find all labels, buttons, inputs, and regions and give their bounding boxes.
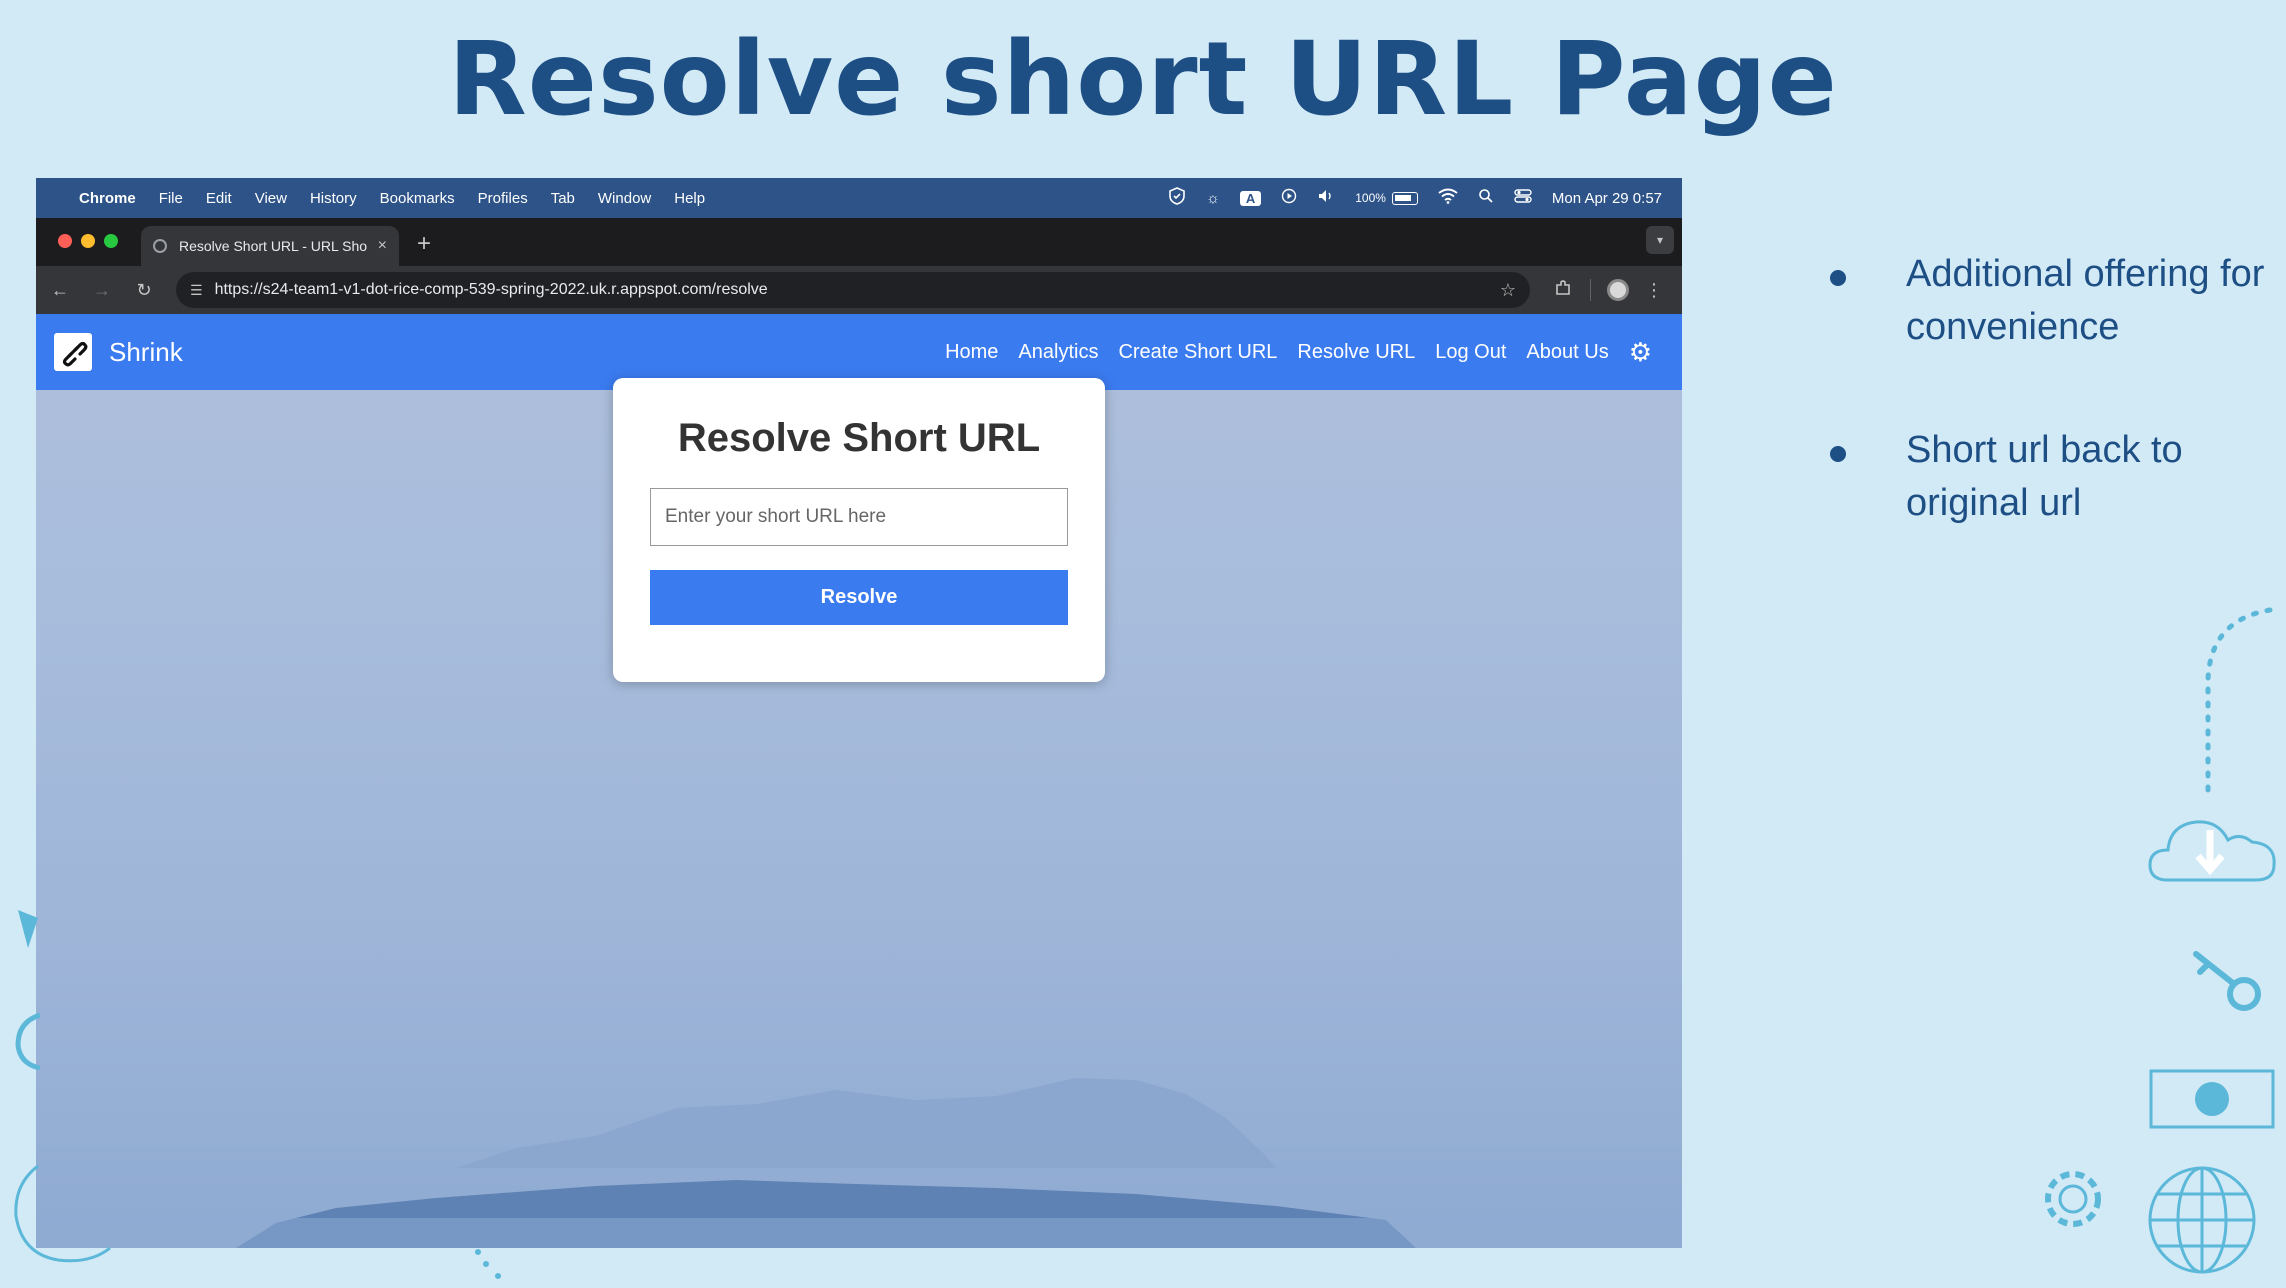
play-icon[interactable] bbox=[1281, 188, 1297, 208]
back-arrow-icon[interactable]: ← bbox=[42, 280, 78, 301]
ring-deco bbox=[15, 1012, 40, 1070]
address-bar[interactable]: ☰ https://s24-team1-v1-dot-rice-comp-539… bbox=[176, 272, 1530, 308]
input-source-icon[interactable]: A bbox=[1239, 190, 1262, 206]
menu-edit[interactable]: Edit bbox=[206, 190, 232, 207]
slide-title: Resolve short URL Page bbox=[448, 20, 1838, 139]
close-window-button[interactable] bbox=[58, 234, 72, 248]
battery-icon[interactable] bbox=[1391, 190, 1418, 207]
gear-deco-icon bbox=[2045, 1171, 2101, 1227]
url-text[interactable]: https://s24-team1-v1-dot-rice-comp-539-s… bbox=[215, 281, 1500, 299]
menu-file[interactable]: File bbox=[159, 190, 183, 207]
gear-icon[interactable]: ⚙ bbox=[1629, 337, 1652, 368]
nav-analytics[interactable]: Analytics bbox=[1018, 341, 1098, 364]
toggle-icon bbox=[2149, 1069, 2275, 1129]
menu-app-name[interactable]: Chrome bbox=[79, 190, 136, 207]
menu-profiles[interactable]: Profiles bbox=[478, 190, 528, 207]
key-icon bbox=[2193, 951, 2261, 1011]
dotted-path-deco bbox=[2205, 607, 2273, 803]
wifi-icon[interactable] bbox=[1438, 188, 1458, 208]
short-url-input[interactable] bbox=[650, 488, 1068, 546]
bullet-item: Additional offering for convenience bbox=[1828, 248, 2268, 354]
control-center-icon[interactable] bbox=[1514, 188, 1532, 208]
reload-icon[interactable]: ↻ bbox=[126, 280, 162, 301]
tab-resolve-short-url[interactable]: Resolve Short URL - URL Sho × bbox=[141, 226, 399, 266]
mountain-background bbox=[36, 1078, 1682, 1248]
brand-name[interactable]: Shrink bbox=[109, 337, 183, 368]
menu-view[interactable]: View bbox=[255, 190, 287, 207]
nav-links: Home Analytics Create Short URL Resolve … bbox=[925, 337, 1682, 368]
shield-icon[interactable] bbox=[1168, 187, 1186, 209]
menu-history[interactable]: History bbox=[310, 190, 357, 207]
profile-icon[interactable] bbox=[1607, 279, 1629, 301]
menu-bookmarks[interactable]: Bookmarks bbox=[380, 190, 455, 207]
globe-deco-icon bbox=[2148, 1166, 2256, 1274]
brightness-icon[interactable]: ☼ bbox=[1206, 190, 1220, 207]
nav-resolve-url[interactable]: Resolve URL bbox=[1297, 341, 1415, 364]
forward-arrow-icon[interactable]: → bbox=[84, 280, 120, 301]
triangle-deco bbox=[18, 910, 38, 948]
star-icon[interactable]: ☆ bbox=[1500, 280, 1516, 301]
nav-create-short-url[interactable]: Create Short URL bbox=[1118, 341, 1277, 364]
bullet-item: Short url back to original url bbox=[1828, 424, 2268, 530]
tab-title: Resolve Short URL - URL Sho bbox=[179, 238, 368, 254]
resolve-button[interactable]: Resolve bbox=[650, 570, 1068, 625]
battery-percent: 100% bbox=[1355, 191, 1386, 205]
browser-toolbar: ← → ↻ ☰ https://s24-team1-v1-dot-rice-co… bbox=[36, 266, 1682, 314]
circle-deco bbox=[14, 1164, 111, 1263]
menubar-datetime[interactable]: Mon Apr 29 0:57 bbox=[1552, 190, 1662, 207]
link-logo-icon bbox=[54, 333, 92, 371]
nav-home[interactable]: Home bbox=[945, 341, 998, 364]
menu-tab[interactable]: Tab bbox=[551, 190, 575, 207]
browser-screenshot: Chrome File Edit View History Bookmarks … bbox=[36, 178, 1682, 1248]
tune-icon[interactable]: ☰ bbox=[190, 282, 203, 299]
chevron-down-icon[interactable]: ▾ bbox=[1646, 226, 1674, 254]
window-controls bbox=[36, 234, 141, 266]
cloud-download-icon bbox=[2148, 820, 2276, 882]
search-icon[interactable] bbox=[1478, 188, 1494, 208]
new-tab-button[interactable]: + bbox=[399, 230, 449, 266]
toolbar-divider bbox=[1590, 279, 1591, 301]
nav-log-out[interactable]: Log Out bbox=[1435, 341, 1506, 364]
globe-icon bbox=[153, 239, 167, 253]
nav-about-us[interactable]: About Us bbox=[1526, 341, 1608, 364]
resolve-card: Resolve Short URL Resolve bbox=[613, 378, 1105, 682]
bullet-list: Additional offering for convenience Shor… bbox=[1828, 248, 2268, 530]
dots-deco bbox=[475, 1249, 501, 1279]
more-icon[interactable]: ⋮ bbox=[1645, 280, 1663, 301]
macos-menubar: Chrome File Edit View History Bookmarks … bbox=[36, 178, 1682, 218]
tab-strip: Resolve Short URL - URL Sho × + ▾ bbox=[36, 218, 1682, 266]
web-page: Shrink Home Analytics Create Short URL R… bbox=[36, 314, 1682, 1248]
card-heading: Resolve Short URL bbox=[677, 416, 1041, 460]
menu-help[interactable]: Help bbox=[674, 190, 705, 207]
extensions-icon[interactable] bbox=[1554, 279, 1572, 302]
zoom-window-button[interactable] bbox=[104, 234, 118, 248]
close-icon[interactable]: × bbox=[378, 237, 387, 255]
brand[interactable]: Shrink bbox=[36, 333, 183, 371]
volume-icon[interactable] bbox=[1317, 188, 1335, 208]
menu-window[interactable]: Window bbox=[598, 190, 651, 207]
minimize-window-button[interactable] bbox=[81, 234, 95, 248]
